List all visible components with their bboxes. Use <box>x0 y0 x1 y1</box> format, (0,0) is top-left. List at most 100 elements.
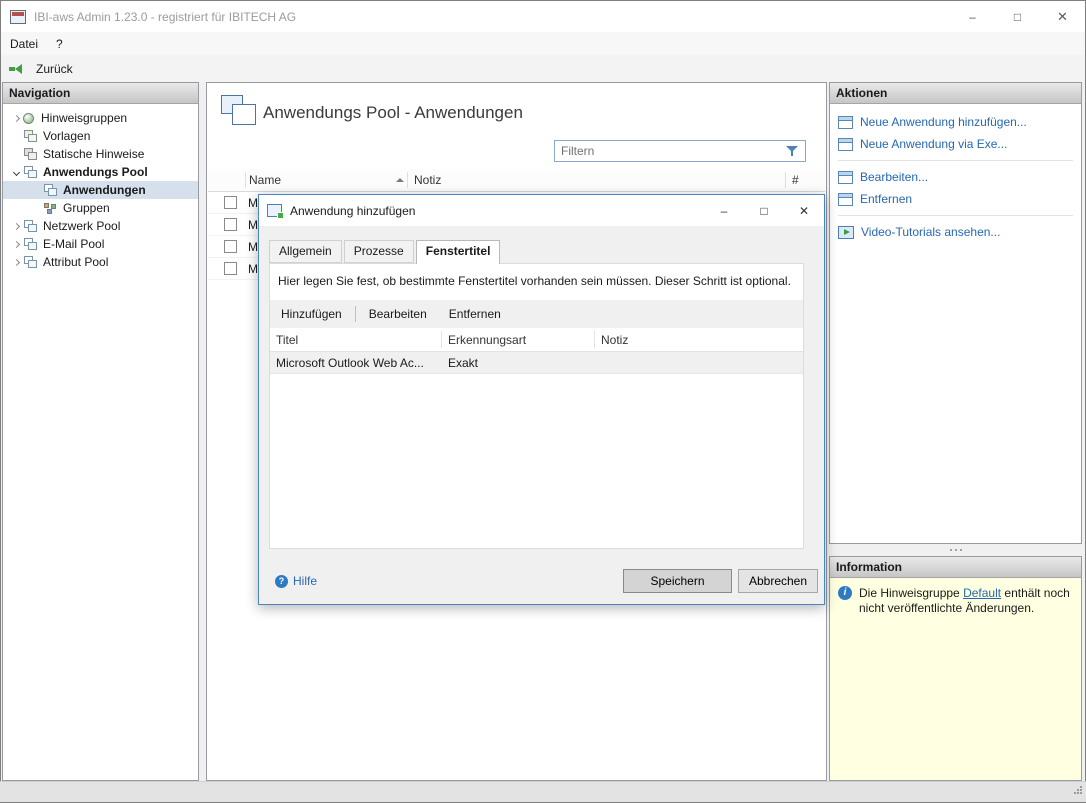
action-delete[interactable]: Entfernen <box>830 188 1081 210</box>
dialog-tabs: Allgemein Prozesse Fenstertitel <box>269 240 502 264</box>
dialog-table-row[interactable]: Microsoft Outlook Web Ac... Exakt <box>270 352 803 374</box>
notice-groups-icon <box>23 112 36 125</box>
action-edit[interactable]: Bearbeiten... <box>830 166 1081 188</box>
dialog-maximize-button[interactable]: □ <box>744 195 784 226</box>
add-title-button[interactable]: Hinzufügen <box>271 303 352 325</box>
cancel-button[interactable]: Abbrechen <box>738 569 818 593</box>
sidebar-item-label: Netzwerk Pool <box>43 219 121 233</box>
cell-titel: Microsoft Outlook Web Ac... <box>276 356 424 370</box>
sidebar-item-statische-hinweise[interactable]: Statische Hinweise <box>3 145 198 163</box>
menu-datei[interactable]: Datei <box>1 34 47 54</box>
dialog-minimize-button[interactable]: – <box>704 195 744 226</box>
column-header-name[interactable]: Name <box>249 173 281 187</box>
groups-icon <box>43 202 58 215</box>
chevron-right-icon[interactable] <box>12 222 20 230</box>
menu-help[interactable]: ? <box>47 34 72 54</box>
sidebar-item-anwendungs-pool[interactable]: Anwendungs Pool <box>3 163 198 181</box>
dialog-controls: – □ ✕ <box>704 195 824 226</box>
tab-prozesse[interactable]: Prozesse <box>343 240 414 263</box>
add-application-dialog: Anwendung hinzufügen – □ ✕ Allgemein Pro… <box>258 194 825 605</box>
separator <box>354 306 356 322</box>
dialog-description: Hier legen Sie fest, ob bestimmte Fenste… <box>278 274 791 288</box>
action-label: Bearbeiten... <box>860 170 929 184</box>
chevron-down-icon[interactable] <box>12 168 20 176</box>
back-button[interactable] <box>9 63 26 74</box>
sort-ascending-icon <box>396 178 404 182</box>
action-new-application-exe[interactable]: Neue Anwendung via Exe... <box>830 133 1081 155</box>
sidebar-item-gruppen[interactable]: Gruppen <box>3 199 198 217</box>
applications-icon <box>43 183 58 197</box>
chevron-right-icon[interactable] <box>12 258 20 266</box>
information-panel: Information Die Hinweisgruppe Default en… <box>829 556 1082 781</box>
sidebar-item-hinweisgruppen[interactable]: Hinweisgruppen <box>3 109 198 127</box>
sidebar-item-netzwerk-pool[interactable]: Netzwerk Pool <box>3 217 198 235</box>
sidebar-item-anwendungen[interactable]: Anwendungen <box>3 181 198 199</box>
column-header-notiz[interactable]: Notiz <box>414 173 441 187</box>
sidebar-item-email-pool[interactable]: E-Mail Pool <box>3 235 198 253</box>
help-link[interactable]: Hilfe <box>275 574 317 588</box>
panel-splitter[interactable] <box>829 544 1082 556</box>
dialog-icon <box>267 204 284 219</box>
row-checkbox[interactable] <box>224 262 237 275</box>
window-title: IBI-aws Admin 1.23.0 - registriert für I… <box>34 9 297 24</box>
action-label: Entfernen <box>860 192 913 206</box>
column-header-titel[interactable]: Titel <box>276 333 298 347</box>
navigation-tree: Hinweisgruppen Vorlagen Statische Hinwei… <box>3 104 198 271</box>
actions-panel: Aktionen Neue Anwendung hinzufügen... Ne… <box>829 82 1082 544</box>
help-label: Hilfe <box>293 574 318 588</box>
email-pool-icon <box>23 237 38 251</box>
separator <box>594 331 595 348</box>
dialog-table-header: Titel Erkennungsart Notiz <box>270 328 803 352</box>
navigation-panel: Navigation Hinweisgruppen Vorlagen Stati… <box>2 82 199 781</box>
sidebar-item-label: Hinweisgruppen <box>41 111 128 125</box>
chevron-right-icon[interactable] <box>12 240 20 248</box>
tab-allgemein[interactable]: Allgemein <box>269 240 342 263</box>
dialog-toolbar: Hinzufügen Bearbeiten Entfernen <box>270 300 803 328</box>
back-label: Zurück <box>36 61 73 76</box>
cell-erkennungsart: Exakt <box>448 356 479 370</box>
action-label: Video-Tutorials ansehen... <box>861 225 1001 239</box>
column-header-notiz[interactable]: Notiz <box>601 333 628 347</box>
help-icon <box>275 574 288 588</box>
maximize-button[interactable]: □ <box>995 1 1040 32</box>
info-icon <box>838 586 852 600</box>
dialog-title: Anwendung hinzufügen <box>290 203 416 218</box>
row-name: M <box>248 195 258 210</box>
chevron-right-icon[interactable] <box>12 114 20 122</box>
sidebar-item-vorlagen[interactable]: Vorlagen <box>3 127 198 145</box>
dialog-titlebar: Anwendung hinzufügen – □ ✕ <box>259 195 824 226</box>
tab-fenstertitel[interactable]: Fenstertitel <box>415 240 501 264</box>
info-text-before: Die Hinweisgruppe <box>859 586 964 600</box>
save-button[interactable]: Speichern <box>623 569 732 593</box>
close-button[interactable]: ✕ <box>1040 1 1085 32</box>
row-checkbox[interactable] <box>224 218 237 231</box>
sidebar-item-label: Anwendungen <box>63 183 146 197</box>
video-tutorials-icon <box>838 225 854 239</box>
action-label: Neue Anwendung via Exe... <box>860 137 1008 151</box>
row-checkbox[interactable] <box>224 196 237 209</box>
column-header-erkennungsart[interactable]: Erkennungsart <box>448 333 526 347</box>
dialog-close-button[interactable]: ✕ <box>784 195 824 226</box>
action-video-tutorials[interactable]: Video-Tutorials ansehen... <box>830 221 1081 243</box>
filter-icon[interactable] <box>786 145 799 157</box>
information-header: Information <box>830 557 1081 578</box>
application-pool-icon <box>23 165 38 179</box>
applications-header-icon <box>221 95 257 127</box>
remove-title-button[interactable]: Entfernen <box>439 303 511 325</box>
default-group-link[interactable]: Default <box>963 586 1001 600</box>
sidebar-item-attribut-pool[interactable]: Attribut Pool <box>3 253 198 271</box>
statusbar <box>0 781 1086 802</box>
row-checkbox[interactable] <box>224 240 237 253</box>
filter-input[interactable] <box>555 142 786 160</box>
templates-icon <box>23 129 38 143</box>
minimize-button[interactable]: – <box>950 1 995 32</box>
action-new-application[interactable]: Neue Anwendung hinzufügen... <box>830 111 1081 133</box>
separator <box>838 160 1073 161</box>
resize-grip-icon[interactable] <box>1073 784 1083 798</box>
new-application-exe-icon <box>838 137 853 151</box>
window-controls: – □ ✕ <box>950 1 1085 32</box>
edit-title-button[interactable]: Bearbeiten <box>359 303 437 325</box>
column-header-count[interactable]: # <box>792 173 799 187</box>
back-icon <box>9 63 22 74</box>
page-title: Anwendungs Pool - Anwendungen <box>263 103 523 122</box>
